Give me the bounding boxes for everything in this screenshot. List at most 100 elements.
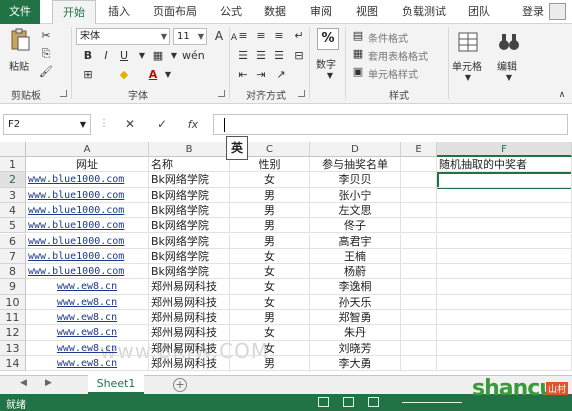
cell-e1[interactable] [401, 157, 437, 173]
row-header[interactable]: 5 [0, 218, 26, 234]
cell-b9[interactable]: 郑州易网科技 [149, 279, 230, 295]
font-name-select[interactable]: 宋体 ▼ [76, 28, 170, 45]
row-header[interactable]: 13 [0, 340, 26, 356]
cell-b5[interactable]: Bk网络学院 [149, 218, 230, 234]
cell-styles-button[interactable]: 单元格样式 [368, 66, 418, 81]
zoom-slider[interactable] [402, 402, 462, 403]
column-header-a[interactable]: A [26, 142, 149, 157]
row-header[interactable]: 10 [0, 294, 26, 310]
cells-dropdown-icon[interactable]: ▼ [460, 70, 476, 86]
cell-c2[interactable]: 女 [230, 172, 310, 188]
cell-d12[interactable]: 朱丹 [310, 325, 401, 341]
row-header[interactable]: 1 [0, 157, 26, 173]
cell-c14[interactable]: 男 [230, 355, 310, 372]
cell-a7[interactable]: www.blue1000.com [26, 248, 149, 265]
align-top-icon[interactable]: ≡ [235, 28, 251, 44]
login-link[interactable]: 登录 [522, 0, 544, 24]
cell-b8[interactable]: Bk网络学院 [149, 264, 230, 280]
cell-b12[interactable]: 郑州易网科技 [149, 325, 230, 341]
cell-f8[interactable] [437, 264, 572, 280]
phonetic-button[interactable]: wén [182, 48, 205, 64]
cell-d14[interactable]: 李大勇 [310, 355, 401, 372]
cell-b13[interactable]: 郑州易网科技 [149, 340, 230, 356]
tab-review[interactable]: 审阅 [304, 0, 338, 24]
underline-dropdown-icon[interactable]: ▼ [134, 48, 150, 64]
cell-e6[interactable] [401, 233, 437, 249]
underline-button[interactable]: U [116, 48, 132, 64]
border-bottom-icon[interactable]: ⊞ [80, 67, 96, 83]
wrap-text-icon[interactable]: ↵ [291, 28, 307, 44]
tab-view[interactable]: 视图 [350, 0, 384, 24]
cell-e3[interactable] [401, 187, 437, 203]
cell-b11[interactable]: 郑州易网科技 [149, 310, 230, 326]
cell-c3[interactable]: 男 [230, 187, 310, 203]
cell-d2[interactable]: 李贝贝 [310, 172, 401, 188]
row-header[interactable]: 9 [0, 279, 26, 295]
cell-d5[interactable]: 佟子 [310, 218, 401, 234]
cell-a5[interactable]: www.blue1000.com [26, 218, 149, 234]
cell-e5[interactable] [401, 218, 437, 234]
decrease-indent-icon[interactable]: ⇤ [235, 67, 251, 83]
tab-data[interactable]: 数据 [258, 0, 292, 24]
align-middle-icon[interactable]: ≡ [253, 28, 269, 44]
cell-c12[interactable]: 女 [230, 325, 310, 341]
cell-c13[interactable]: 女 [230, 340, 310, 356]
merge-center-icon[interactable]: ⊟ [291, 48, 307, 64]
cell-d4[interactable]: 左文思 [310, 202, 401, 219]
cell-b7[interactable]: Bk网络学院 [149, 248, 230, 265]
cell-b6[interactable]: Bk网络学院 [149, 233, 230, 249]
page-layout-view-icon[interactable] [343, 397, 354, 407]
tab-load-test[interactable]: 负载测试 [396, 0, 452, 24]
conditional-format-icon[interactable]: ▤ [350, 28, 366, 44]
cell-d3[interactable]: 张小宁 [310, 187, 401, 203]
cell-a6[interactable]: www.blue1000.com [26, 233, 149, 249]
column-header-b[interactable]: B [149, 142, 230, 157]
cells-icon[interactable] [456, 30, 480, 54]
cell-e10[interactable] [401, 294, 437, 310]
row-header[interactable]: 14 [0, 355, 26, 372]
row-header[interactable]: 4 [0, 202, 26, 219]
cell-f2[interactable] [437, 172, 572, 188]
formula-input[interactable] [213, 114, 568, 135]
row-header[interactable]: 8 [0, 264, 26, 280]
align-right-icon[interactable]: ☰ [271, 48, 287, 64]
cell-a10[interactable]: www.ew8.cn [26, 294, 149, 310]
font-color-dropdown-icon[interactable]: ▼ [160, 67, 176, 83]
prev-sheet-icon[interactable]: ◀ [20, 378, 27, 388]
cell-e12[interactable] [401, 325, 437, 341]
worksheet-grid[interactable]: A B C D E F www.BKIW.COM 1 网址 名称 性别 参与抽奖名单 随机… [0, 142, 572, 375]
cell-f4[interactable] [437, 202, 572, 219]
row-header[interactable]: 6 [0, 233, 26, 249]
fill-color-icon[interactable]: ◆ [116, 67, 132, 83]
enter-check-icon[interactable]: ✓ [153, 115, 171, 134]
cell-a3[interactable]: www.blue1000.com [26, 187, 149, 203]
cell-a13[interactable]: www.ew8.cn [26, 340, 149, 356]
cell-a12[interactable]: www.ew8.cn [26, 325, 149, 341]
cell-f9[interactable] [437, 279, 572, 295]
cell-d9[interactable]: 李逸桐 [310, 279, 401, 295]
cell-e11[interactable] [401, 310, 437, 326]
column-header-e[interactable]: E [401, 142, 437, 157]
cell-a14[interactable]: www.ew8.cn [26, 355, 149, 372]
italic-button[interactable]: I [98, 48, 114, 64]
border-dropdown-icon[interactable]: ▼ [166, 48, 182, 64]
cell-f6[interactable] [437, 233, 572, 249]
cell-d13[interactable]: 刘晓芳 [310, 340, 401, 356]
row-header[interactable]: 12 [0, 325, 26, 341]
ime-indicator[interactable]: 英 [226, 136, 248, 160]
row-header[interactable]: 3 [0, 187, 26, 203]
grow-font-button[interactable]: A [211, 28, 227, 44]
format-as-table-button[interactable]: 套用表格格式 [368, 48, 428, 63]
cell-c10[interactable]: 女 [230, 294, 310, 310]
cell-b1[interactable]: 名称 [149, 157, 230, 173]
page-break-view-icon[interactable] [368, 397, 379, 407]
cell-a1[interactable]: 网址 [26, 157, 149, 173]
insert-function-button[interactable]: fx [184, 115, 202, 134]
cell-b2[interactable]: Bk网络学院 [149, 172, 230, 188]
column-header-d[interactable]: D [310, 142, 401, 157]
tab-formulas[interactable]: 公式 [214, 0, 248, 24]
paste-button[interactable]: 粘贴 [9, 58, 29, 73]
splitter-handle-icon[interactable]: ⋮ [99, 118, 109, 129]
select-all-corner[interactable] [0, 142, 26, 157]
cell-e7[interactable] [401, 248, 437, 265]
